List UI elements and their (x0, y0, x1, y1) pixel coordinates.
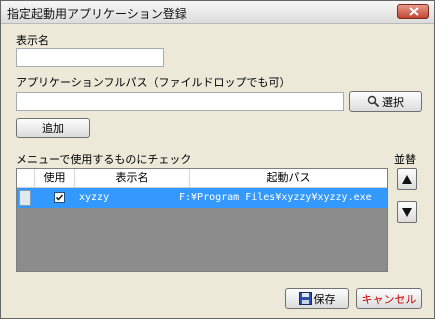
row-path: F:¥Program Files¥xyzzy¥xyzzy.exe (179, 192, 372, 203)
dialog-window: 指定起動用アプリケーション登録 表示名 アプリケーションフルパス（ファイルドロッ… (0, 0, 435, 319)
column-header-name[interactable]: 表示名 (75, 169, 190, 187)
add-button-label: 追加 (42, 122, 64, 135)
cancel-button[interactable]: キャンセル (356, 288, 422, 309)
arrow-up-icon (402, 175, 412, 184)
app-list[interactable]: 使用 表示名 起動パス xyzzy F:¥Program Files¥xyzzy… (16, 168, 388, 272)
sort-label: 並替 (394, 153, 416, 166)
display-name-input[interactable] (16, 48, 164, 67)
table-row[interactable]: xyzzy F:¥Program Files¥xyzzy¥xyzzy.exe (17, 188, 387, 208)
column-header-use[interactable]: 使用 (35, 169, 75, 187)
select-button[interactable]: 選択 (349, 91, 422, 112)
window-title: 指定起動用アプリケーション登録 (7, 7, 187, 21)
list-section-label: メニューで使用するものにチェック (16, 153, 192, 166)
save-icon (298, 292, 312, 305)
move-down-button[interactable] (397, 201, 417, 223)
move-up-button[interactable] (397, 168, 417, 190)
save-button[interactable]: 保存 (285, 288, 349, 309)
use-checkbox[interactable] (54, 192, 65, 203)
list-header: 使用 表示名 起動パス (17, 169, 387, 188)
arrow-down-icon (402, 208, 412, 217)
display-name-label: 表示名 (16, 34, 49, 47)
add-button[interactable]: 追加 (16, 118, 90, 138)
row-header-corner (17, 169, 35, 187)
select-button-label: 選択 (382, 95, 404, 109)
app-path-input[interactable] (16, 92, 344, 111)
close-button[interactable] (397, 4, 429, 19)
close-icon (409, 7, 419, 16)
cancel-button-label: キャンセル (361, 292, 417, 306)
row-selector[interactable] (19, 190, 31, 206)
checkmark-icon (55, 194, 64, 201)
title-bar[interactable]: 指定起動用アプリケーション登録 (1, 1, 434, 24)
magnifier-icon (367, 95, 380, 108)
row-name: xyzzy (79, 192, 110, 203)
app-path-label: アプリケーションフルパス（ファイルドロップでも可） (16, 76, 291, 89)
save-button-label: 保存 (313, 292, 336, 306)
column-header-path[interactable]: 起動パス (190, 169, 387, 187)
